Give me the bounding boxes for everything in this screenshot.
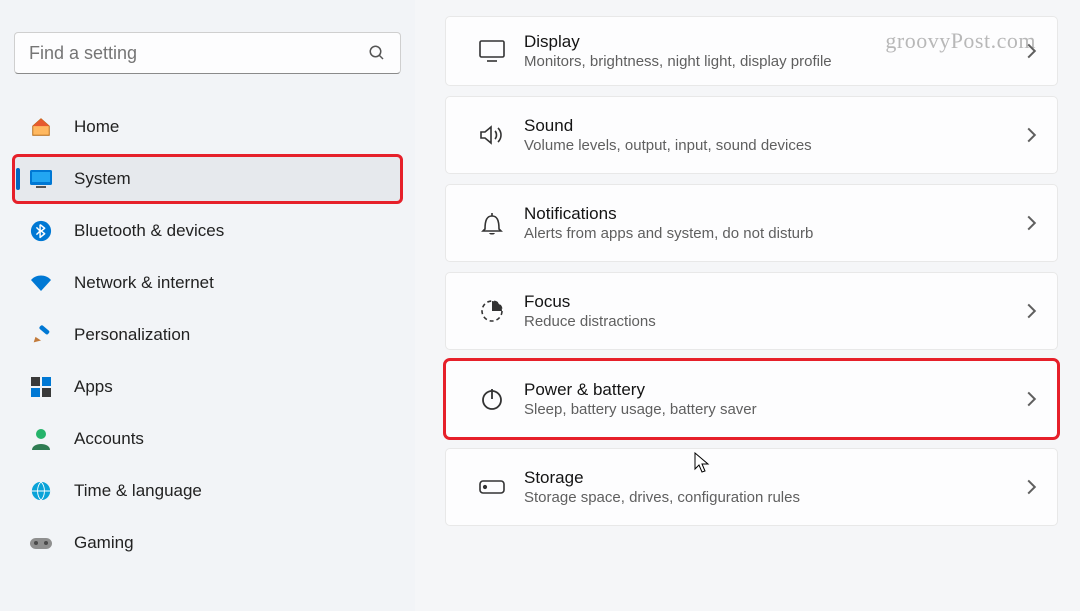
card-subtitle: Sleep, battery usage, battery saver <box>524 400 1026 420</box>
person-icon <box>26 428 56 450</box>
setting-card-power-battery[interactable]: Power & battery Sleep, battery usage, ba… <box>445 360 1058 438</box>
storage-icon <box>470 479 514 495</box>
card-subtitle: Monitors, brightness, night light, displ… <box>524 52 1026 72</box>
sidebar-item-label: System <box>74 169 131 189</box>
search-field[interactable] <box>29 43 368 64</box>
card-title: Focus <box>524 291 1026 312</box>
paintbrush-icon <box>26 324 56 346</box>
setting-card-storage[interactable]: Storage Storage space, drives, configura… <box>445 448 1058 526</box>
chevron-right-icon <box>1026 214 1037 232</box>
card-title: Power & battery <box>524 379 1026 400</box>
power-icon <box>470 386 514 412</box>
gamepad-icon <box>26 534 56 552</box>
card-title: Storage <box>524 467 1026 488</box>
globe-clock-icon <box>26 480 56 502</box>
apps-icon <box>26 377 56 397</box>
setting-card-sound[interactable]: Sound Volume levels, output, input, soun… <box>445 96 1058 174</box>
display-icon <box>470 39 514 63</box>
card-text: Display Monitors, brightness, night ligh… <box>524 31 1026 72</box>
card-title: Sound <box>524 115 1026 136</box>
sidebar-item-label: Personalization <box>74 325 190 345</box>
bell-icon <box>470 210 514 236</box>
search-input[interactable] <box>14 32 401 74</box>
sidebar-item-bluetooth[interactable]: Bluetooth & devices <box>14 208 401 254</box>
chevron-right-icon <box>1026 126 1037 144</box>
home-icon <box>26 116 56 138</box>
chevron-right-icon <box>1026 478 1037 496</box>
card-text: Storage Storage space, drives, configura… <box>524 467 1026 508</box>
card-text: Sound Volume levels, output, input, soun… <box>524 115 1026 156</box>
card-text: Power & battery Sleep, battery usage, ba… <box>524 379 1026 420</box>
search-icon <box>368 44 386 62</box>
sidebar: Home System Bluetooth & devices Network … <box>0 0 415 611</box>
card-title: Notifications <box>524 203 1026 224</box>
card-subtitle: Alerts from apps and system, do not dist… <box>524 224 1026 244</box>
setting-card-display[interactable]: Display Monitors, brightness, night ligh… <box>445 16 1058 86</box>
sidebar-item-label: Gaming <box>74 533 134 553</box>
content-pane: Display Monitors, brightness, night ligh… <box>415 0 1080 611</box>
sidebar-item-label: Network & internet <box>74 273 214 293</box>
card-title: Display <box>524 31 1026 52</box>
sidebar-item-home[interactable]: Home <box>14 104 401 150</box>
sound-icon <box>470 123 514 147</box>
system-icon <box>26 169 56 189</box>
focus-icon <box>470 298 514 324</box>
setting-card-notifications[interactable]: Notifications Alerts from apps and syste… <box>445 184 1058 262</box>
setting-card-focus[interactable]: Focus Reduce distractions <box>445 272 1058 350</box>
chevron-right-icon <box>1026 42 1037 60</box>
sidebar-item-network[interactable]: Network & internet <box>14 260 401 306</box>
sidebar-item-label: Time & language <box>74 481 202 501</box>
bluetooth-icon <box>26 220 56 242</box>
card-text: Notifications Alerts from apps and syste… <box>524 203 1026 244</box>
chevron-right-icon <box>1026 390 1037 408</box>
card-text: Focus Reduce distractions <box>524 291 1026 332</box>
sidebar-item-apps[interactable]: Apps <box>14 364 401 410</box>
sidebar-item-label: Apps <box>74 377 113 397</box>
wifi-icon <box>26 273 56 293</box>
chevron-right-icon <box>1026 302 1037 320</box>
sidebar-item-system[interactable]: System <box>14 156 401 202</box>
sidebar-item-label: Home <box>74 117 119 137</box>
card-subtitle: Reduce distractions <box>524 312 1026 332</box>
sidebar-item-accounts[interactable]: Accounts <box>14 416 401 462</box>
sidebar-item-personalization[interactable]: Personalization <box>14 312 401 358</box>
card-subtitle: Storage space, drives, configuration rul… <box>524 488 1026 508</box>
sidebar-item-label: Bluetooth & devices <box>74 221 224 241</box>
card-subtitle: Volume levels, output, input, sound devi… <box>524 136 1026 156</box>
sidebar-item-label: Accounts <box>74 429 144 449</box>
sidebar-item-gaming[interactable]: Gaming <box>14 520 401 566</box>
sidebar-item-time-language[interactable]: Time & language <box>14 468 401 514</box>
